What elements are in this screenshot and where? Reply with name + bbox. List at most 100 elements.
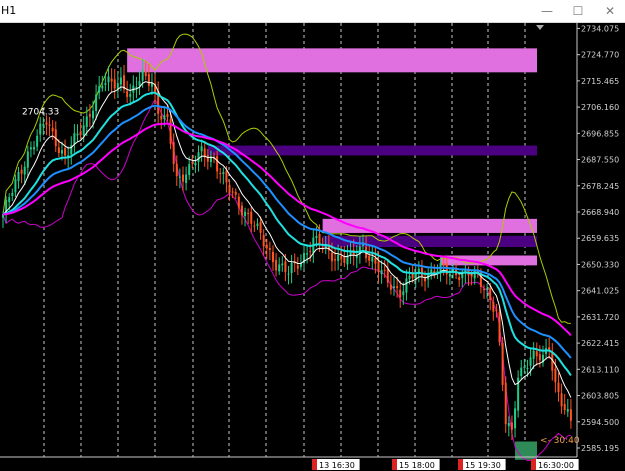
candle-body[interactable]	[296, 265, 299, 269]
candle-body[interactable]	[424, 278, 427, 282]
candle-body[interactable]	[166, 113, 169, 118]
candle-body[interactable]	[275, 259, 278, 271]
candle-body[interactable]	[343, 256, 346, 263]
candle-body[interactable]	[393, 286, 396, 289]
candle-body[interactable]	[368, 256, 371, 261]
candle-body[interactable]	[129, 94, 132, 97]
candle-body[interactable]	[160, 115, 163, 120]
candle-body[interactable]	[361, 244, 364, 246]
candle-body[interactable]	[532, 350, 535, 359]
candle-body[interactable]	[144, 71, 147, 77]
candle-body[interactable]	[510, 422, 513, 430]
candle-body[interactable]	[489, 288, 492, 300]
candle-body[interactable]	[501, 343, 504, 385]
candle-body[interactable]	[147, 73, 150, 86]
candle-body[interactable]	[386, 268, 389, 283]
candle-body[interactable]	[172, 142, 175, 164]
candle-body[interactable]	[396, 286, 399, 289]
candle-body[interactable]	[483, 289, 486, 291]
candle-body[interactable]	[33, 147, 36, 150]
candle-body[interactable]	[240, 205, 243, 216]
candle-body[interactable]	[26, 151, 29, 168]
candle-body[interactable]	[175, 163, 178, 177]
candle-body[interactable]	[566, 409, 569, 412]
candle-body[interactable]	[259, 222, 262, 233]
candle-body[interactable]	[20, 169, 23, 174]
candle-body[interactable]	[101, 85, 104, 89]
candle-body[interactable]	[228, 184, 231, 193]
candle-body[interactable]	[141, 69, 144, 81]
chart-shift-icon[interactable]	[536, 25, 544, 30]
candle-body[interactable]	[278, 264, 281, 272]
candle-body[interactable]	[138, 81, 141, 86]
candle-body[interactable]	[185, 174, 188, 183]
candle-body[interactable]	[8, 197, 11, 203]
candle-body[interactable]	[411, 273, 414, 279]
candle-body[interactable]	[219, 172, 222, 174]
candle-body[interactable]	[256, 223, 259, 226]
candle-body[interactable]	[88, 114, 91, 117]
candle-body[interactable]	[507, 422, 510, 427]
candle-body[interactable]	[98, 86, 101, 93]
candle-body[interactable]	[340, 256, 343, 259]
candle-body[interactable]	[64, 148, 67, 156]
candle-body[interactable]	[216, 156, 219, 172]
candle-body[interactable]	[45, 122, 48, 125]
candle-body[interactable]	[48, 124, 51, 127]
candle-body[interactable]	[178, 176, 181, 178]
candle-body[interactable]	[486, 288, 489, 290]
candle-body[interactable]	[42, 124, 45, 126]
candle-body[interactable]	[290, 262, 293, 274]
candle-body[interactable]	[389, 284, 392, 290]
candle-body[interactable]	[36, 135, 39, 147]
candle-body[interactable]	[383, 269, 386, 271]
candle-body[interactable]	[197, 152, 200, 162]
candle-body[interactable]	[520, 367, 523, 377]
candle-body[interactable]	[281, 263, 284, 266]
candle-body[interactable]	[244, 211, 247, 217]
candle-body[interactable]	[169, 119, 172, 144]
candle-body[interactable]	[104, 83, 107, 85]
candle-body[interactable]	[95, 94, 98, 112]
candle-body[interactable]	[126, 91, 129, 97]
candle-body[interactable]	[250, 211, 253, 224]
candle-body[interactable]	[82, 125, 85, 136]
candle-body[interactable]	[262, 235, 265, 247]
candle-body[interactable]	[225, 170, 228, 183]
candle-body[interactable]	[538, 354, 541, 361]
candle-body[interactable]	[399, 289, 402, 298]
candle-body[interactable]	[287, 273, 290, 275]
candle-body[interactable]	[371, 257, 374, 262]
candle-body[interactable]	[191, 162, 194, 164]
minimize-button[interactable]: —	[532, 0, 562, 22]
candle-body[interactable]	[284, 261, 287, 273]
candle-body[interactable]	[73, 133, 76, 145]
candle-body[interactable]	[39, 123, 42, 135]
candle-body[interactable]	[253, 225, 256, 227]
candle-body[interactable]	[514, 408, 517, 429]
candle-body[interactable]	[405, 278, 408, 293]
candle-body[interactable]	[554, 368, 557, 383]
candle-body[interactable]	[526, 368, 529, 370]
candle-body[interactable]	[408, 275, 411, 280]
candle-body[interactable]	[560, 393, 563, 407]
candle-body[interactable]	[380, 270, 383, 275]
candle-body[interactable]	[374, 258, 377, 264]
candle-body[interactable]	[119, 77, 122, 85]
candle-body[interactable]	[306, 253, 309, 255]
candle-body[interactable]	[315, 235, 318, 239]
candle-body[interactable]	[247, 212, 250, 215]
candle-body[interactable]	[76, 133, 79, 136]
maximize-button[interactable]: ☐	[563, 0, 593, 22]
candle-body[interactable]	[436, 270, 439, 272]
candles[interactable]	[2, 59, 572, 440]
candle-body[interactable]	[377, 261, 380, 273]
candle-body[interactable]	[498, 311, 501, 343]
candle-body[interactable]	[29, 147, 32, 150]
candle-body[interactable]	[79, 131, 82, 136]
candle-body[interactable]	[420, 267, 423, 277]
candle-body[interactable]	[448, 273, 451, 277]
candle-body[interactable]	[181, 174, 184, 182]
candle-body[interactable]	[529, 357, 532, 366]
candle-body[interactable]	[504, 382, 507, 425]
